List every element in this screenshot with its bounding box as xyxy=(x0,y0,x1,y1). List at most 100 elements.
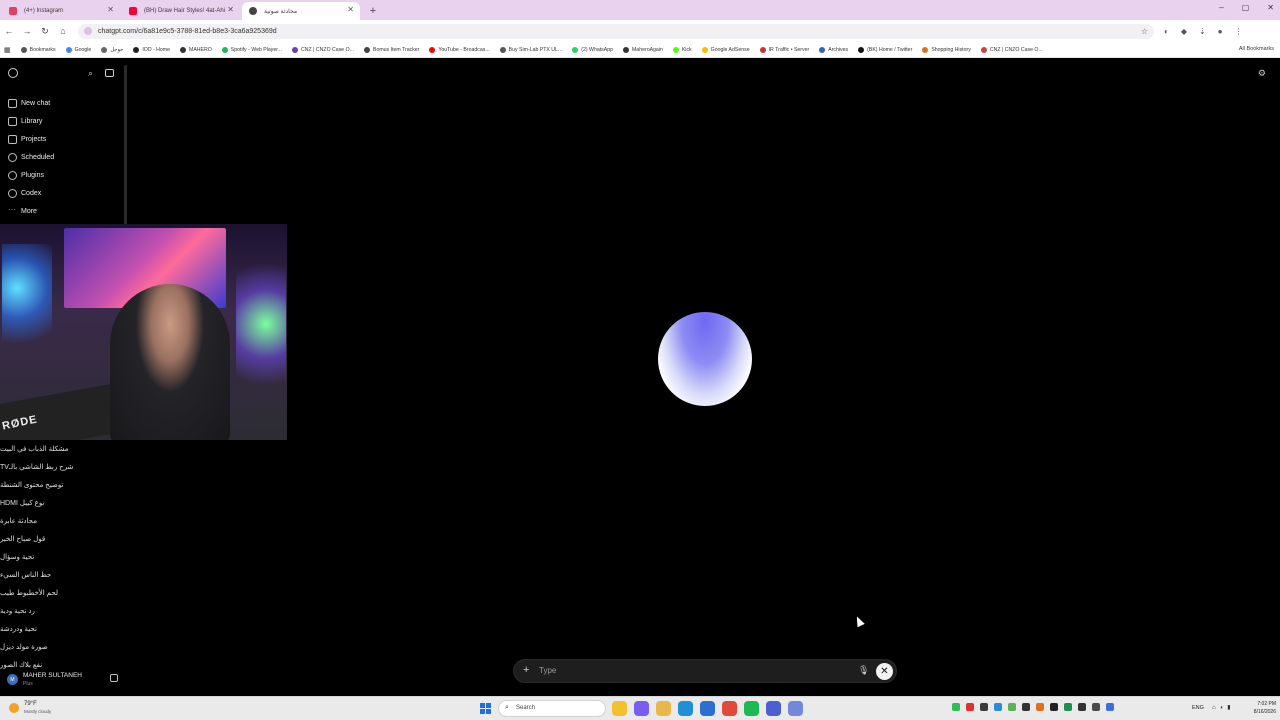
chrome-icon[interactable] xyxy=(722,701,737,716)
chat-history-item[interactable]: حظ الناس السيء xyxy=(0,566,118,584)
discord-icon[interactable] xyxy=(788,701,803,716)
chat-history-item[interactable]: تحية وسؤال xyxy=(0,548,118,566)
taskbar-search[interactable]: ⌕ Search xyxy=(498,700,606,717)
spotify-icon[interactable] xyxy=(744,701,759,716)
tray-icon[interactable] xyxy=(1106,703,1114,711)
chat-history-item[interactable]: شرح ربط الشاشي بالـTV xyxy=(0,458,118,476)
bookmark-item[interactable]: Kick xyxy=(672,46,692,53)
sidebar-toggle-icon[interactable] xyxy=(105,69,114,77)
edge-icon[interactable] xyxy=(678,701,693,716)
forward-button[interactable]: → xyxy=(18,26,36,36)
extensions-icon[interactable]: ◆ xyxy=(1181,27,1187,36)
search-icon[interactable]: ⌕ xyxy=(88,68,93,79)
bookmark-item[interactable]: (2) WhatsApp xyxy=(572,46,613,53)
copilot-icon[interactable] xyxy=(634,701,649,716)
microphone-icon[interactable]: 🎙 xyxy=(858,665,869,676)
back-button[interactable]: ← xyxy=(0,26,18,36)
folder-icon[interactable] xyxy=(656,701,671,716)
chat-history-item[interactable]: توضيح محتوى الشنطة xyxy=(0,476,118,494)
file-explorer-icon[interactable] xyxy=(612,701,627,716)
all-bookmarks-button[interactable]: All Bookmarks xyxy=(1239,46,1274,52)
teams-icon[interactable] xyxy=(766,701,781,716)
menu-icon[interactable]: ⋮ xyxy=(1235,27,1243,36)
tray-icon[interactable] xyxy=(1078,703,1086,711)
tab-instagram[interactable]: (4+) Instagram ✕ xyxy=(2,2,120,20)
tray-icon[interactable] xyxy=(966,703,974,711)
bookmark-item[interactable]: Shopping History xyxy=(922,46,971,53)
address-bar[interactable]: chatgpt.com/c/6a81e9c5-3788-81ed-b8e3-3c… xyxy=(78,23,1154,39)
apps-grid-icon[interactable]: ▦ xyxy=(4,46,11,54)
bookmark-item[interactable]: (BK) Home / Twitter xyxy=(858,46,912,53)
bookmark-star-icon[interactable]: ☆ xyxy=(1141,27,1148,36)
new-tab-button[interactable]: + xyxy=(364,2,382,20)
chat-history-item[interactable]: رد تحية ودية xyxy=(0,602,118,620)
end-voice-button[interactable]: ✕ xyxy=(876,663,893,680)
close-tab-icon[interactable]: ✕ xyxy=(227,5,234,14)
tray-icon[interactable] xyxy=(980,703,988,711)
bookmark-item[interactable]: Google AdSense xyxy=(701,46,750,53)
bookmark-item[interactable]: Spotify - Web Player... xyxy=(221,46,282,53)
sidebar-item-library[interactable]: Library xyxy=(8,112,54,130)
archive-icon[interactable] xyxy=(110,674,118,682)
downloads-icon[interactable]: ⇣ xyxy=(1199,27,1206,36)
chat-history-item[interactable]: محادثة عابرة xyxy=(0,512,118,530)
tray-icon[interactable] xyxy=(1092,703,1100,711)
tab-youtube[interactable]: (BH) Draw Hair Styles! 4at-Ahi ✕ xyxy=(122,2,240,20)
bookmark-item[interactable]: CNZ | CNZO Case O... xyxy=(292,46,354,53)
system-icons[interactable]: ⌂◖▮ xyxy=(1212,704,1235,711)
bookmark-item[interactable]: Bookmarks xyxy=(20,46,56,53)
close-tab-icon[interactable]: ✕ xyxy=(107,5,114,14)
bookmark-item[interactable]: MaheroAgain xyxy=(622,46,663,53)
chat-history-item[interactable]: قول صباح الخير xyxy=(0,530,118,548)
sidebar-item-plugins[interactable]: Plugins xyxy=(8,166,54,184)
chat-history-item[interactable]: تحية ودردشة xyxy=(0,620,118,638)
chat-history-item[interactable]: صورة مولد ديزل xyxy=(0,638,118,656)
site-info-icon[interactable] xyxy=(84,27,92,35)
chatgpt-logo-icon[interactable] xyxy=(8,68,18,78)
sidebar-item-more[interactable]: ··· More xyxy=(8,202,54,220)
tray-icon[interactable] xyxy=(994,703,1002,711)
chat-history-item[interactable]: نوع كيبل HDMI xyxy=(0,494,118,512)
bookmark-item[interactable]: MAHERO xyxy=(180,46,212,53)
tray-icon[interactable] xyxy=(952,703,960,711)
minimize-button[interactable]: – xyxy=(1219,3,1223,12)
maximize-button[interactable]: ▢ xyxy=(1242,3,1250,12)
bookmark-item[interactable]: جوجل xyxy=(101,46,123,53)
bookmark-item[interactable]: Google xyxy=(65,46,91,53)
weather-widget[interactable]: 79°F Mostly cloudy xyxy=(9,701,129,717)
tray-icon[interactable] xyxy=(1022,703,1030,711)
bookmark-item[interactable]: Buy Sim-Lab PTX UL... xyxy=(499,46,562,53)
bookmark-item[interactable]: IOD - Home xyxy=(133,46,170,53)
add-attachment-button[interactable]: + xyxy=(523,664,529,676)
bookmark-item[interactable]: IR Traffic • Server xyxy=(759,46,809,53)
close-window-button[interactable]: ✕ xyxy=(1267,3,1274,12)
language-indicator[interactable]: ENG xyxy=(1192,705,1204,711)
chat-history-item[interactable]: لحم الأخطبوط طيب xyxy=(0,584,118,602)
tray-icon[interactable] xyxy=(1008,703,1016,711)
tab-chatgpt-voice[interactable]: محادثة صوتية ✕ xyxy=(242,2,360,20)
message-input[interactable]: Type xyxy=(539,666,819,675)
tray-icon[interactable] xyxy=(1036,703,1044,711)
bookmark-item[interactable]: YouTube - Broadcas... xyxy=(429,46,490,53)
sidebar-item-new-chat[interactable]: New chat xyxy=(8,94,54,112)
tray-icon[interactable] xyxy=(1050,703,1058,711)
clock[interactable]: 7:02 PM 8/16/2026 xyxy=(1246,700,1276,716)
sidebar-item-scheduled[interactable]: Scheduled xyxy=(8,148,54,166)
tray-icon[interactable] xyxy=(1064,703,1072,711)
sidebar-scrollbar[interactable] xyxy=(124,65,127,225)
close-tab-icon[interactable]: ✕ xyxy=(347,5,354,14)
profile-icon[interactable]: ● xyxy=(1218,27,1223,36)
reload-button[interactable]: ↻ xyxy=(36,26,54,37)
chat-history-item[interactable]: مشكلة الذباب في البيت xyxy=(0,440,118,458)
start-button[interactable] xyxy=(480,703,491,714)
user-profile[interactable]: M MAHER SULTANEH Plus xyxy=(7,671,122,689)
audio-icon[interactable]: ◐ xyxy=(1164,27,1169,36)
bookmark-item[interactable]: Bomus Item Tracker xyxy=(363,46,419,53)
bookmark-item[interactable]: CNZ | CNZO Case O... xyxy=(980,46,1043,53)
sidebar-item-codex[interactable]: Codex xyxy=(8,184,54,202)
bookmark-item[interactable]: Archives xyxy=(819,46,848,53)
sliders-icon[interactable]: ⚙ xyxy=(1258,68,1266,79)
store-icon[interactable] xyxy=(700,701,715,716)
sidebar-item-projects[interactable]: Projects xyxy=(8,130,54,148)
home-button[interactable]: ⌂ xyxy=(54,26,72,36)
